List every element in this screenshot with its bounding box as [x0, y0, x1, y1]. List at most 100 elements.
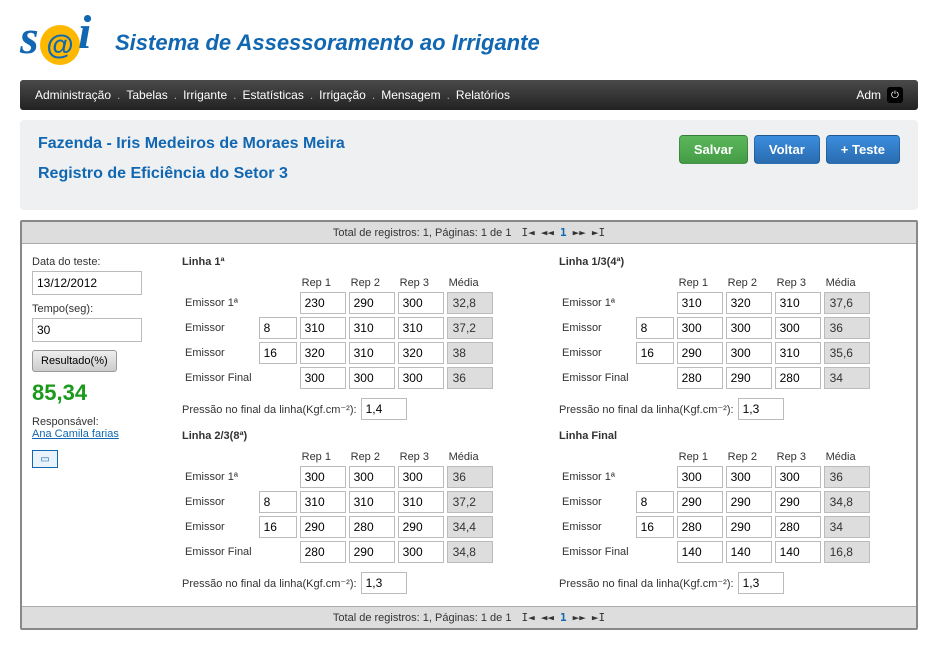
rep1-input[interactable]	[677, 491, 723, 513]
pager-prev-icon[interactable]: ◄◄	[541, 611, 554, 624]
rep3-input[interactable]	[775, 516, 821, 538]
result-button[interactable]: Resultado(%)	[32, 350, 117, 372]
pager-page[interactable]: 1	[560, 226, 567, 239]
nav-item-irrigacao[interactable]: Irrigação	[319, 88, 366, 102]
row-label: Emissor 1ª	[562, 292, 633, 314]
rep3-input[interactable]	[775, 491, 821, 513]
time-label: Tempo(seg):	[32, 303, 172, 315]
pager-first-icon[interactable]: I◄	[521, 611, 534, 624]
rep3-input[interactable]	[398, 367, 444, 389]
responsible-link[interactable]: Ana Camila farias	[32, 428, 172, 440]
rep2-input[interactable]	[726, 491, 772, 513]
rep3-input[interactable]	[398, 491, 444, 513]
rep3-input[interactable]	[775, 317, 821, 339]
rep1-input[interactable]	[677, 342, 723, 364]
emissor-n-input[interactable]	[636, 342, 674, 364]
emissor-n-input[interactable]	[636, 317, 674, 339]
line-row-e3: Emissor34	[562, 516, 870, 538]
rep2-input[interactable]	[726, 466, 772, 488]
responsible-label: Responsável:	[32, 416, 172, 428]
rep1-input[interactable]	[300, 292, 346, 314]
pager-first-icon[interactable]: I◄	[521, 226, 534, 239]
emissor-n-input[interactable]	[259, 491, 297, 513]
rep2-input[interactable]	[349, 466, 395, 488]
emissor-n-input[interactable]	[636, 491, 674, 513]
rep3-input[interactable]	[398, 342, 444, 364]
rep1-input[interactable]	[677, 292, 723, 314]
nav-item-irrigante[interactable]: Irrigante	[183, 88, 227, 102]
emissor-n-input[interactable]	[259, 342, 297, 364]
pager-last-icon[interactable]: ►I	[592, 226, 605, 239]
emissor-n-input[interactable]	[259, 317, 297, 339]
nav-item-administracao[interactable]: Administração	[35, 88, 111, 102]
col-media: Média	[447, 277, 493, 289]
rep1-input[interactable]	[300, 317, 346, 339]
rep2-input[interactable]	[349, 367, 395, 389]
rep3-input[interactable]	[398, 541, 444, 563]
nav-item-estatisticas[interactable]: Estatísticas	[242, 88, 303, 102]
rep2-input[interactable]	[349, 541, 395, 563]
rep2-input[interactable]	[726, 317, 772, 339]
rep3-input[interactable]	[398, 292, 444, 314]
pager-prev-icon[interactable]: ◄◄	[541, 226, 554, 239]
rep2-input[interactable]	[349, 491, 395, 513]
rep3-input[interactable]	[398, 516, 444, 538]
pressure-input[interactable]	[361, 398, 407, 420]
col-rep1: Rep 1	[677, 451, 723, 463]
pressure-input[interactable]	[738, 398, 784, 420]
rep1-input[interactable]	[300, 491, 346, 513]
rep1-input[interactable]	[300, 367, 346, 389]
rep2-input[interactable]	[726, 342, 772, 364]
pager-next-icon[interactable]: ►►	[573, 226, 586, 239]
line-row-ef: Emissor Final34	[562, 367, 870, 389]
rep3-input[interactable]	[775, 342, 821, 364]
rep1-input[interactable]	[677, 367, 723, 389]
nav-item-relatorios[interactable]: Relatórios	[456, 88, 510, 102]
col-rep3: Rep 3	[398, 277, 444, 289]
rep2-input[interactable]	[726, 541, 772, 563]
save-button[interactable]: Salvar	[679, 135, 748, 164]
rep1-input[interactable]	[300, 466, 346, 488]
pager-page-bottom[interactable]: 1	[560, 611, 567, 624]
media-cell: 34	[824, 367, 870, 389]
rep2-input[interactable]	[726, 367, 772, 389]
rep2-input[interactable]	[726, 516, 772, 538]
rep1-input[interactable]	[677, 541, 723, 563]
rep3-input[interactable]	[398, 317, 444, 339]
rep3-input[interactable]	[775, 466, 821, 488]
rep3-input[interactable]	[398, 466, 444, 488]
back-button[interactable]: Voltar	[754, 135, 820, 164]
rep3-input[interactable]	[775, 541, 821, 563]
rep3-input[interactable]	[775, 292, 821, 314]
navbar-user[interactable]: Adm ⏻	[856, 87, 903, 103]
time-input[interactable]	[32, 318, 142, 342]
line-row-e1: Emissor 1ª36	[185, 466, 493, 488]
emissor-n-input[interactable]	[636, 516, 674, 538]
pager-next-icon[interactable]: ►►	[573, 611, 586, 624]
rep1-input[interactable]	[677, 516, 723, 538]
rep2-input[interactable]	[726, 292, 772, 314]
rep2-input[interactable]	[349, 516, 395, 538]
rep2-input[interactable]	[349, 317, 395, 339]
rep1-input[interactable]	[300, 516, 346, 538]
pressure-row: Pressão no final da linha(Kgf.cm⁻²):	[182, 572, 529, 594]
rep3-input[interactable]	[775, 367, 821, 389]
pager-last-icon[interactable]: ►I	[592, 611, 605, 624]
pressure-input[interactable]	[738, 572, 784, 594]
rep1-input[interactable]	[677, 466, 723, 488]
pressure-input[interactable]	[361, 572, 407, 594]
line-row-e1: Emissor 1ª36	[562, 466, 870, 488]
rep2-input[interactable]	[349, 292, 395, 314]
power-icon[interactable]: ⏻	[887, 87, 903, 103]
rep1-input[interactable]	[300, 541, 346, 563]
nav-item-mensagem[interactable]: Mensagem	[381, 88, 440, 102]
rep1-input[interactable]	[677, 317, 723, 339]
emissor-n-input[interactable]	[259, 516, 297, 538]
date-input[interactable]	[32, 271, 142, 295]
nav-item-tabelas[interactable]: Tabelas	[126, 88, 167, 102]
id-card-icon[interactable]: ▭	[32, 450, 58, 468]
media-cell: 37,2	[447, 317, 493, 339]
rep1-input[interactable]	[300, 342, 346, 364]
add-test-button[interactable]: + Teste	[826, 135, 900, 164]
rep2-input[interactable]	[349, 342, 395, 364]
